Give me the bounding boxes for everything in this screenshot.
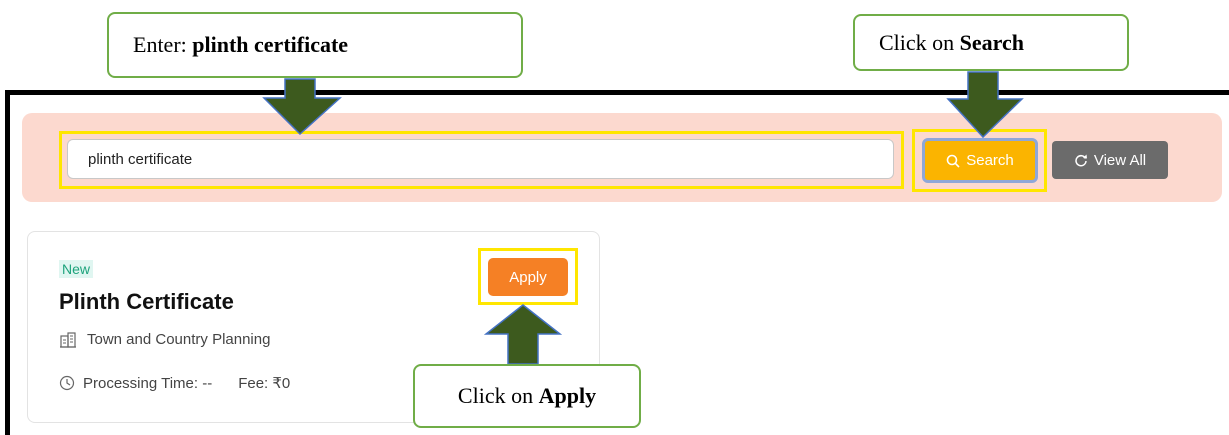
input-highlight <box>59 131 904 189</box>
view-all-label: View All <box>1093 151 1147 169</box>
fee: Fee: ₹0 <box>238 375 291 392</box>
view-all-button[interactable]: View All <box>1052 141 1168 179</box>
refresh-icon <box>1075 154 1087 167</box>
arrow-down-icon <box>262 78 342 136</box>
building-icon <box>60 331 76 348</box>
instruction-search-prefix: Click on <box>879 29 960 55</box>
apply-highlight <box>478 248 578 305</box>
instruction-enter-value: plinth certificate <box>192 32 349 57</box>
instruction-apply: Click on Apply <box>413 364 641 428</box>
instruction-search-value: Search <box>959 29 1025 55</box>
instruction-apply-prefix: Click on <box>457 383 539 408</box>
new-badge: New <box>59 260 94 278</box>
department-label: Town and Country Planning <box>87 331 271 348</box>
processing-time: Processing Time: -- <box>83 374 213 392</box>
service-title: Plinth Certificate <box>59 289 234 314</box>
instruction-enter-prefix: Enter: <box>133 32 193 57</box>
instruction-enter: Enter: plinth certificate <box>107 12 523 78</box>
processing-info: Processing Time: -- Fee: ₹0 <box>59 374 290 392</box>
arrow-up-icon <box>484 304 562 365</box>
arrow-down-icon <box>946 71 1024 139</box>
instruction-apply-value: Apply <box>538 383 597 408</box>
clock-icon <box>59 375 75 391</box>
department: Town and Country Planning <box>59 331 270 348</box>
instruction-search: Click on Search <box>853 14 1129 71</box>
